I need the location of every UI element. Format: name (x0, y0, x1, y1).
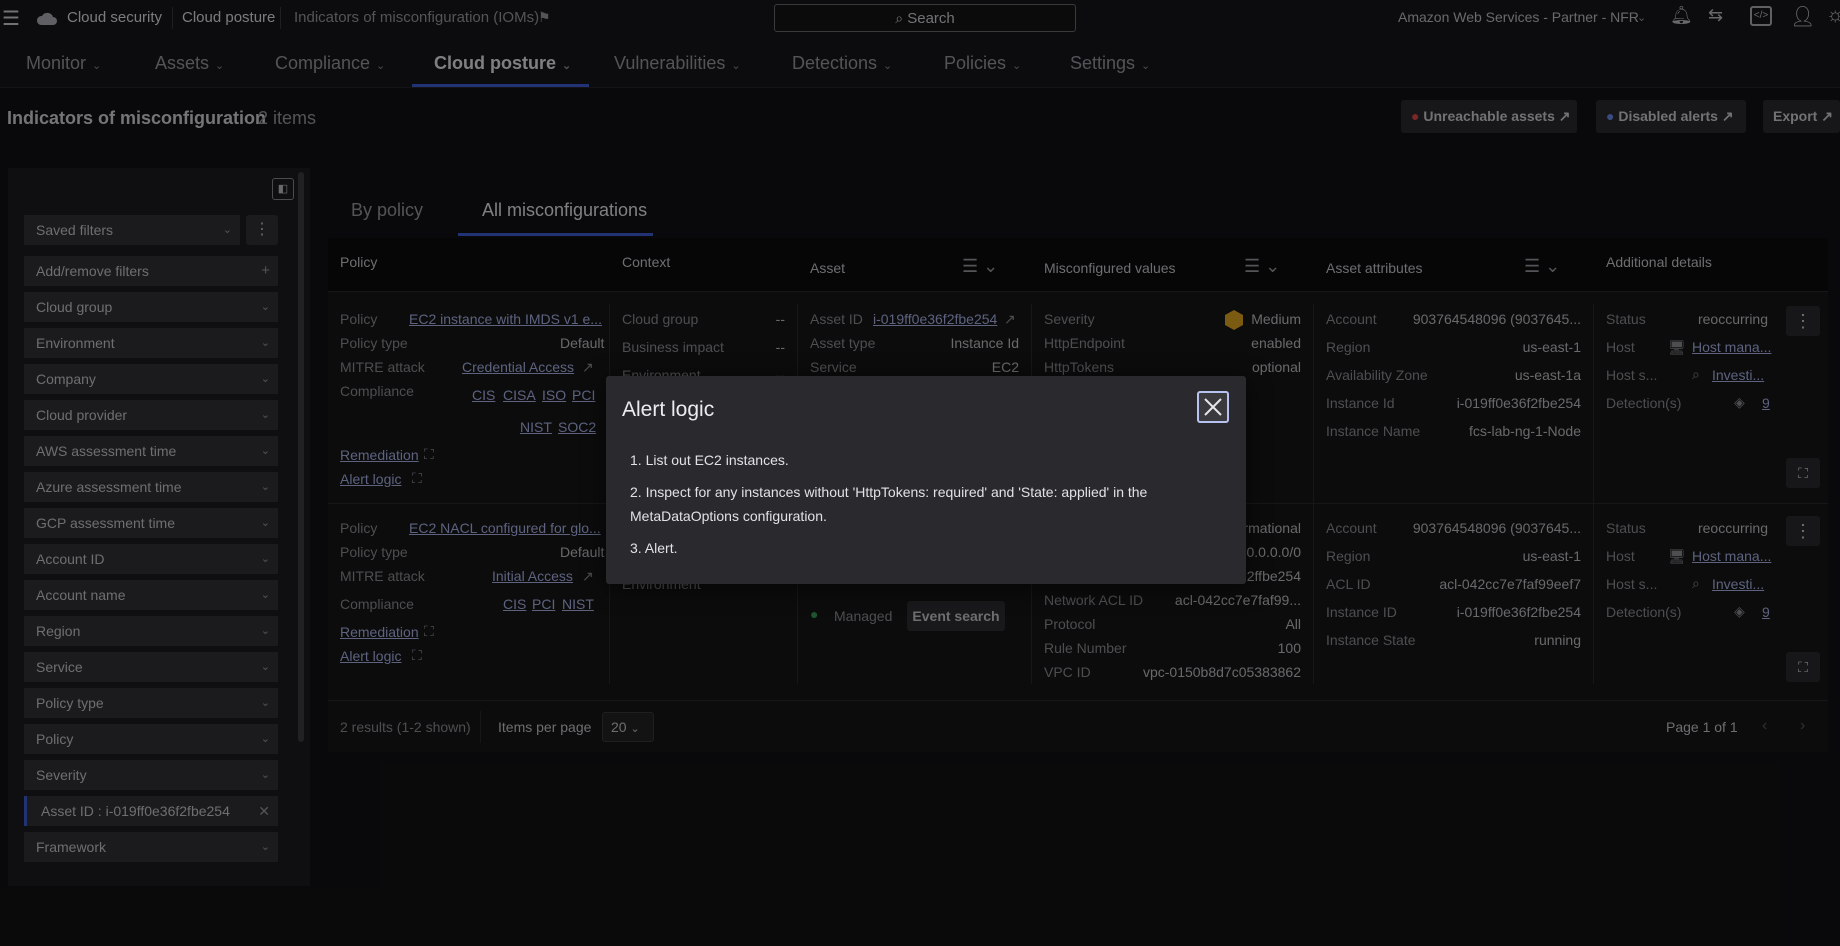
modal-step-3: 3. Alert. (630, 540, 678, 556)
alert-logic-modal: Alert logic 1. List out EC2 instances. 2… (606, 376, 1246, 584)
close-button[interactable] (1197, 391, 1229, 423)
modal-step-2: 2. Inspect for any instances without 'Ht… (630, 484, 1148, 524)
modal-step-1: 1. List out EC2 instances. (630, 452, 789, 468)
close-icon (1204, 398, 1222, 416)
modal-title: Alert logic (622, 398, 715, 421)
